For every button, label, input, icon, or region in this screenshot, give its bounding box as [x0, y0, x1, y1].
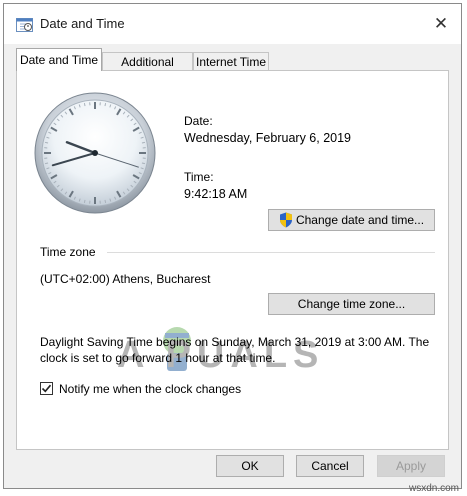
- close-icon: ✕: [433, 14, 449, 33]
- date-time-dialog: Date and Time ✕ Date and Time Additional…: [3, 3, 462, 489]
- tab-internet-time[interactable]: Internet Time: [193, 52, 269, 70]
- change-time-zone-label: Change time zone...: [297, 297, 406, 311]
- date-label: Date:: [184, 114, 213, 128]
- analog-clock: [34, 92, 156, 214]
- clock-minute-tick: [83, 103, 86, 107]
- notify-label[interactable]: Notify me when the clock changes: [59, 382, 241, 396]
- change-time-zone-button[interactable]: Change time zone...: [268, 293, 435, 315]
- clock-minute-tick: [45, 141, 49, 144]
- apply-button[interactable]: Apply: [377, 455, 445, 477]
- time-zone-value: (UTC+02:00) Athens, Bucharest: [40, 272, 211, 286]
- time-value: 9:42:18 AM: [184, 187, 248, 201]
- clock-minute-tick: [45, 162, 49, 165]
- checkmark-icon: [41, 384, 52, 393]
- title-bar: Date and Time ✕: [4, 4, 461, 44]
- ok-button[interactable]: OK: [216, 455, 284, 477]
- date-value: Wednesday, February 6, 2019: [184, 131, 351, 145]
- clock-minute-tick: [104, 199, 107, 203]
- close-button[interactable]: ✕: [421, 4, 461, 44]
- tab-panel-date-and-time: Date: Wednesday, February 6, 2019 Time: …: [16, 70, 449, 450]
- cancel-button[interactable]: Cancel: [296, 455, 364, 477]
- notify-checkbox[interactable]: [40, 382, 53, 395]
- uac-shield-icon: [279, 212, 292, 228]
- window-title: Date and Time: [40, 16, 125, 31]
- tab-date-and-time[interactable]: Date and Time: [16, 48, 102, 71]
- change-date-time-label: Change date and time...: [295, 213, 425, 227]
- date-time-icon: [16, 18, 33, 32]
- tab-additional-clocks[interactable]: Additional Clocks: [102, 52, 193, 87]
- clock-minute-tick: [141, 162, 145, 165]
- clock-minute-tick: [83, 199, 86, 203]
- clock-minute-tick: [141, 141, 145, 144]
- site-watermark: wsxdn.com: [408, 483, 459, 494]
- time-label: Time:: [184, 170, 214, 184]
- dst-notice: Daylight Saving Time begins on Sunday, M…: [40, 335, 430, 365]
- clock-minute-tick: [104, 103, 107, 107]
- time-zone-divider: [107, 252, 435, 253]
- clock-center: [92, 150, 98, 156]
- time-zone-heading: Time zone: [40, 245, 96, 259]
- change-date-time-button[interactable]: Change date and time...: [268, 209, 435, 231]
